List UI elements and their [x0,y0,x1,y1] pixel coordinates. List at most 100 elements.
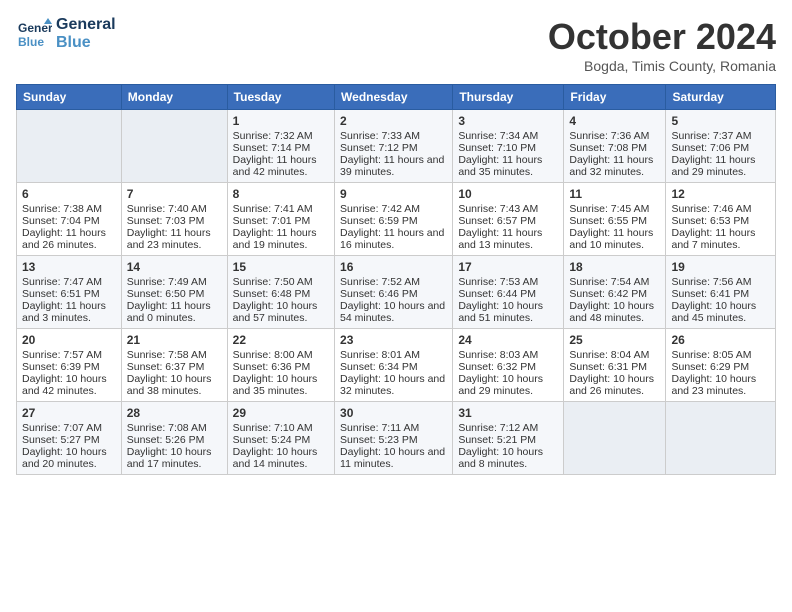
daylight-text: Daylight: 10 hours and 57 minutes. [233,300,329,324]
day-number: 20 [22,333,116,347]
calendar-cell: 16Sunrise: 7:52 AMSunset: 6:46 PMDayligh… [335,256,453,329]
week-row-5: 27Sunrise: 7:07 AMSunset: 5:27 PMDayligh… [17,402,776,475]
logo: General Blue General Blue [16,16,116,52]
header-row: SundayMondayTuesdayWednesdayThursdayFrid… [17,85,776,110]
day-number: 18 [569,260,660,274]
daylight-text: Daylight: 10 hours and 17 minutes. [127,446,222,470]
calendar-cell: 19Sunrise: 7:56 AMSunset: 6:41 PMDayligh… [666,256,776,329]
sunset-text: Sunset: 6:55 PM [569,215,660,227]
day-number: 28 [127,406,222,420]
sunrise-text: Sunrise: 7:45 AM [569,203,660,215]
sunrise-text: Sunrise: 7:49 AM [127,276,222,288]
calendar-cell: 1Sunrise: 7:32 AMSunset: 7:14 PMDaylight… [227,110,334,183]
daylight-text: Daylight: 10 hours and 35 minutes. [233,373,329,397]
day-number: 27 [22,406,116,420]
calendar-cell: 20Sunrise: 7:57 AMSunset: 6:39 PMDayligh… [17,329,122,402]
sunrise-text: Sunrise: 7:34 AM [458,130,558,142]
day-number: 30 [340,406,447,420]
calendar-cell: 11Sunrise: 7:45 AMSunset: 6:55 PMDayligh… [564,183,666,256]
day-number: 14 [127,260,222,274]
logo-general: General [56,16,116,34]
daylight-text: Daylight: 11 hours and 7 minutes. [671,227,770,251]
sunset-text: Sunset: 7:03 PM [127,215,222,227]
day-number: 10 [458,187,558,201]
sunset-text: Sunset: 6:32 PM [458,361,558,373]
calendar-cell: 31Sunrise: 7:12 AMSunset: 5:21 PMDayligh… [453,402,564,475]
calendar-cell: 28Sunrise: 7:08 AMSunset: 5:26 PMDayligh… [121,402,227,475]
calendar-cell: 15Sunrise: 7:50 AMSunset: 6:48 PMDayligh… [227,256,334,329]
calendar-cell: 10 Sunrise: 7:43 AMSunset: 6:57 PMDayligh… [453,183,564,256]
week-row-4: 20 Sunrise: 7:57 AMSunset: 6:39 PM Dayligh… [17,329,776,402]
day-number: 5 [671,114,770,128]
sunset-text: Sunset: 6:57 PM [458,215,558,227]
svg-text:Blue: Blue [18,35,44,49]
day-number: 17 [458,260,558,274]
sunrise-text: Sunrise: 8:04 AM [569,349,660,361]
sunset-text: Sunset: 6:37 PM [127,361,222,373]
day-number: 26 [671,333,770,347]
calendar-cell: 5Sunrise: 7:37 AMSunset: 7:06 PMDaylight… [666,110,776,183]
daylight-text: Daylight: 11 hours and 32 minutes. [569,154,660,178]
sunset-text: Sunset: 7:06 PM [671,142,770,154]
daylight-text: Daylight: 11 hours and 23 minutes. [127,227,222,251]
day-number: 9 [340,187,447,201]
calendar-cell: 30Sunrise: 7:11 AMSunset: 5:23 PMDayligh… [335,402,453,475]
week-row-1: 1Sunrise: 7:32 AMSunset: 7:14 PMDaylight… [17,110,776,183]
sunset-text: Sunset: 6:39 PM [22,361,116,373]
calendar-cell: 12Sunrise: 7:46 AMSunset: 6:53 PMDayligh… [666,183,776,256]
calendar-cell: 17Sunrise: 7:53 AMSunset: 6:44 PMDayligh… [453,256,564,329]
month-title: October 2024 [548,16,776,58]
calendar-cell: 24Sunrise: 8:03 AMSunset: 6:32 PMDayligh… [453,329,564,402]
daylight-text: Daylight: 11 hours and 13 minutes. [458,227,558,251]
sunrise-text: Sunrise: 8:05 AM [671,349,770,361]
calendar-cell: 22Sunrise: 8:00 AMSunset: 6:36 PMDayligh… [227,329,334,402]
calendar-cell: 23Sunrise: 8:01 AMSunset: 6:34 PMDayligh… [335,329,453,402]
sunset-text: Sunset: 7:12 PM [340,142,447,154]
calendar-cell [564,402,666,475]
sunset-text: Sunset: 7:04 PM [22,215,116,227]
page-header: General Blue General Blue October 2024 B… [16,16,776,74]
sunrise-text: Sunrise: 7:32 AM [233,130,329,142]
header-cell-tuesday: Tuesday [227,85,334,110]
sunrise-text: Sunrise: 7:50 AM [233,276,329,288]
sunrise-text: Sunrise: 7:47 AM [22,276,116,288]
header-cell-wednesday: Wednesday [335,85,453,110]
sunrise-text: Sunrise: 8:00 AM [233,349,329,361]
calendar-cell: 9Sunrise: 7:42 AMSunset: 6:59 PMDaylight… [335,183,453,256]
daylight-text: Daylight: 11 hours and 42 minutes. [233,154,329,178]
sunset-text: Sunset: 5:26 PM [127,434,222,446]
sunset-text: Sunset: 5:24 PM [233,434,329,446]
daylight-text: Daylight: 10 hours and 23 minutes. [671,373,770,397]
header-cell-thursday: Thursday [453,85,564,110]
sunset-text: Sunset: 7:08 PM [569,142,660,154]
calendar-body: 1Sunrise: 7:32 AMSunset: 7:14 PMDaylight… [17,110,776,475]
sunset-text: Sunset: 6:29 PM [671,361,770,373]
daylight-text: Daylight: 11 hours and 3 minutes. [22,300,116,324]
sunset-text: Sunset: 7:10 PM [458,142,558,154]
sunrise-text: Sunrise: 7:37 AM [671,130,770,142]
calendar-cell: 13Sunrise: 7:47 AMSunset: 6:51 PMDayligh… [17,256,122,329]
sunrise-text: Sunrise: 7:56 AM [671,276,770,288]
sunrise-text: Sunrise: 7:43 AM [458,203,558,215]
sunrise-text: Sunrise: 7:57 AM [22,349,116,361]
calendar-cell: 6Sunrise: 7:38 AMSunset: 7:04 PMDaylight… [17,183,122,256]
sunrise-text: Sunrise: 7:11 AM [340,422,447,434]
sunrise-text: Sunrise: 7:33 AM [340,130,447,142]
daylight-text: Daylight: 10 hours and 29 minutes. [458,373,558,397]
daylight-text: Daylight: 10 hours and 38 minutes. [127,373,222,397]
daylight-text: Daylight: 11 hours and 26 minutes. [22,227,116,251]
calendar-cell: 8Sunrise: 7:41 AMSunset: 7:01 PMDaylight… [227,183,334,256]
sunset-text: Sunset: 6:59 PM [340,215,447,227]
day-number: 21 [127,333,222,347]
logo-icon: General Blue [16,16,52,52]
sunrise-text: Sunrise: 7:52 AM [340,276,447,288]
day-number: 12 [671,187,770,201]
sunrise-text: Sunrise: 7:38 AM [22,203,116,215]
calendar-cell [666,402,776,475]
day-number: 8 [233,187,329,201]
sunrise-text: Sunrise: 8:03 AM [458,349,558,361]
calendar-cell: 7Sunrise: 7:40 AMSunset: 7:03 PMDaylight… [121,183,227,256]
day-number: 4 [569,114,660,128]
day-number: 3 [458,114,558,128]
sunrise-text: Sunrise: 7:42 AM [340,203,447,215]
